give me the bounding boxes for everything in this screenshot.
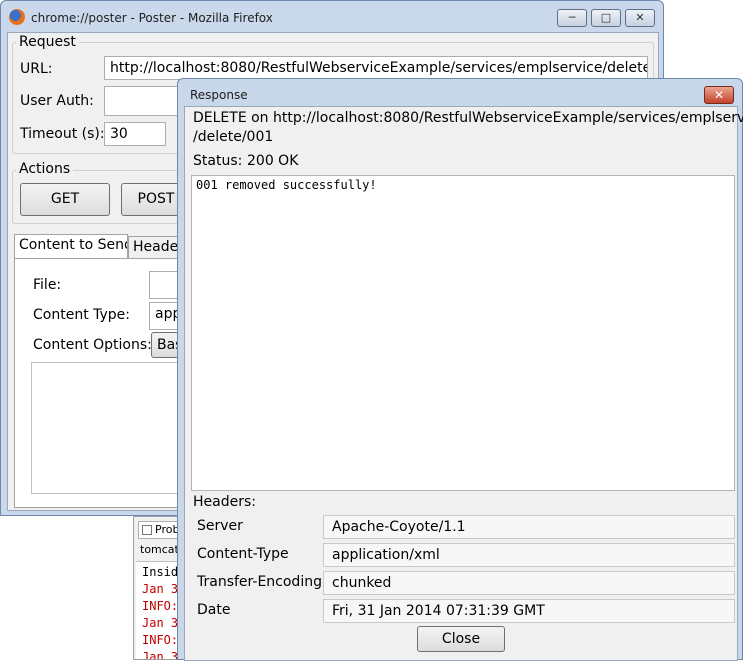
headers-label: Headers: <box>193 494 256 510</box>
content-type-label: Content Type: <box>33 307 131 323</box>
response-dialog: Response ✕ DELETE on http://localhost:80… <box>177 78 743 661</box>
request-summary-line1: DELETE on http://localhost:8080/RestfulW… <box>193 110 743 126</box>
status-label: Status: <box>193 153 243 169</box>
close-button[interactable]: Close <box>417 626 505 652</box>
user-auth-input[interactable] <box>104 86 184 116</box>
console-server-label: tomcat <box>140 543 179 556</box>
header-value[interactable]: application/xml <box>323 543 735 567</box>
user-auth-label: User Auth: <box>20 93 94 109</box>
console-line: Jan 3 <box>142 650 179 659</box>
response-close-icon[interactable]: ✕ <box>704 86 734 104</box>
header-value[interactable]: Apache-Coyote/1.1 <box>323 515 735 539</box>
console-line: INFO: <box>142 633 179 647</box>
maximize-button[interactable]: □ <box>591 9 621 27</box>
poster-window-title: chrome://poster - Poster - Mozilla Firef… <box>31 11 273 25</box>
actions-group-label: Actions <box>16 161 74 177</box>
close-window-button[interactable]: ✕ <box>625 9 655 27</box>
get-button[interactable]: GET <box>20 183 110 216</box>
timeout-label: Timeout (s): <box>20 126 105 142</box>
console-line: INFO: <box>142 599 179 613</box>
header-name: Server <box>197 518 243 534</box>
header-name: Content-Type <box>197 546 289 562</box>
header-value[interactable]: chunked <box>323 571 735 595</box>
header-name: Date <box>197 602 231 618</box>
request-summary-line2: /delete/001 <box>193 129 274 145</box>
header-value[interactable]: Fri, 31 Jan 2014 07:31:39 GMT <box>323 599 735 623</box>
minimize-button[interactable]: ─ <box>557 9 587 27</box>
url-label: URL: <box>20 61 53 77</box>
firefox-icon <box>9 9 25 25</box>
response-body: DELETE on http://localhost:8080/RestfulW… <box>184 106 743 661</box>
content-body-textarea[interactable] <box>31 362 201 494</box>
request-group-label: Request <box>16 34 79 50</box>
response-content-textarea[interactable]: 001 removed successfully! <box>191 175 735 491</box>
file-label: File: <box>33 277 62 293</box>
content-options-label: Content Options: <box>33 337 152 353</box>
url-input[interactable]: http://localhost:8080/RestfulWebserviceE… <box>104 56 648 80</box>
tab-content-to-send[interactable]: Content to Send <box>14 234 128 258</box>
header-name: Transfer-Encoding <box>197 574 322 590</box>
problems-icon <box>142 525 152 535</box>
status-value: 200 OK <box>247 153 299 169</box>
console-line: Jan 3 <box>142 616 179 630</box>
response-dialog-title: Response <box>190 88 248 102</box>
poster-titlebar[interactable]: chrome://poster - Poster - Mozilla Firef… <box>1 1 663 33</box>
response-content-text: 001 removed successfully! <box>196 178 377 192</box>
console-line: Jan 3 <box>142 582 179 596</box>
timeout-input[interactable]: 30 <box>104 122 166 146</box>
